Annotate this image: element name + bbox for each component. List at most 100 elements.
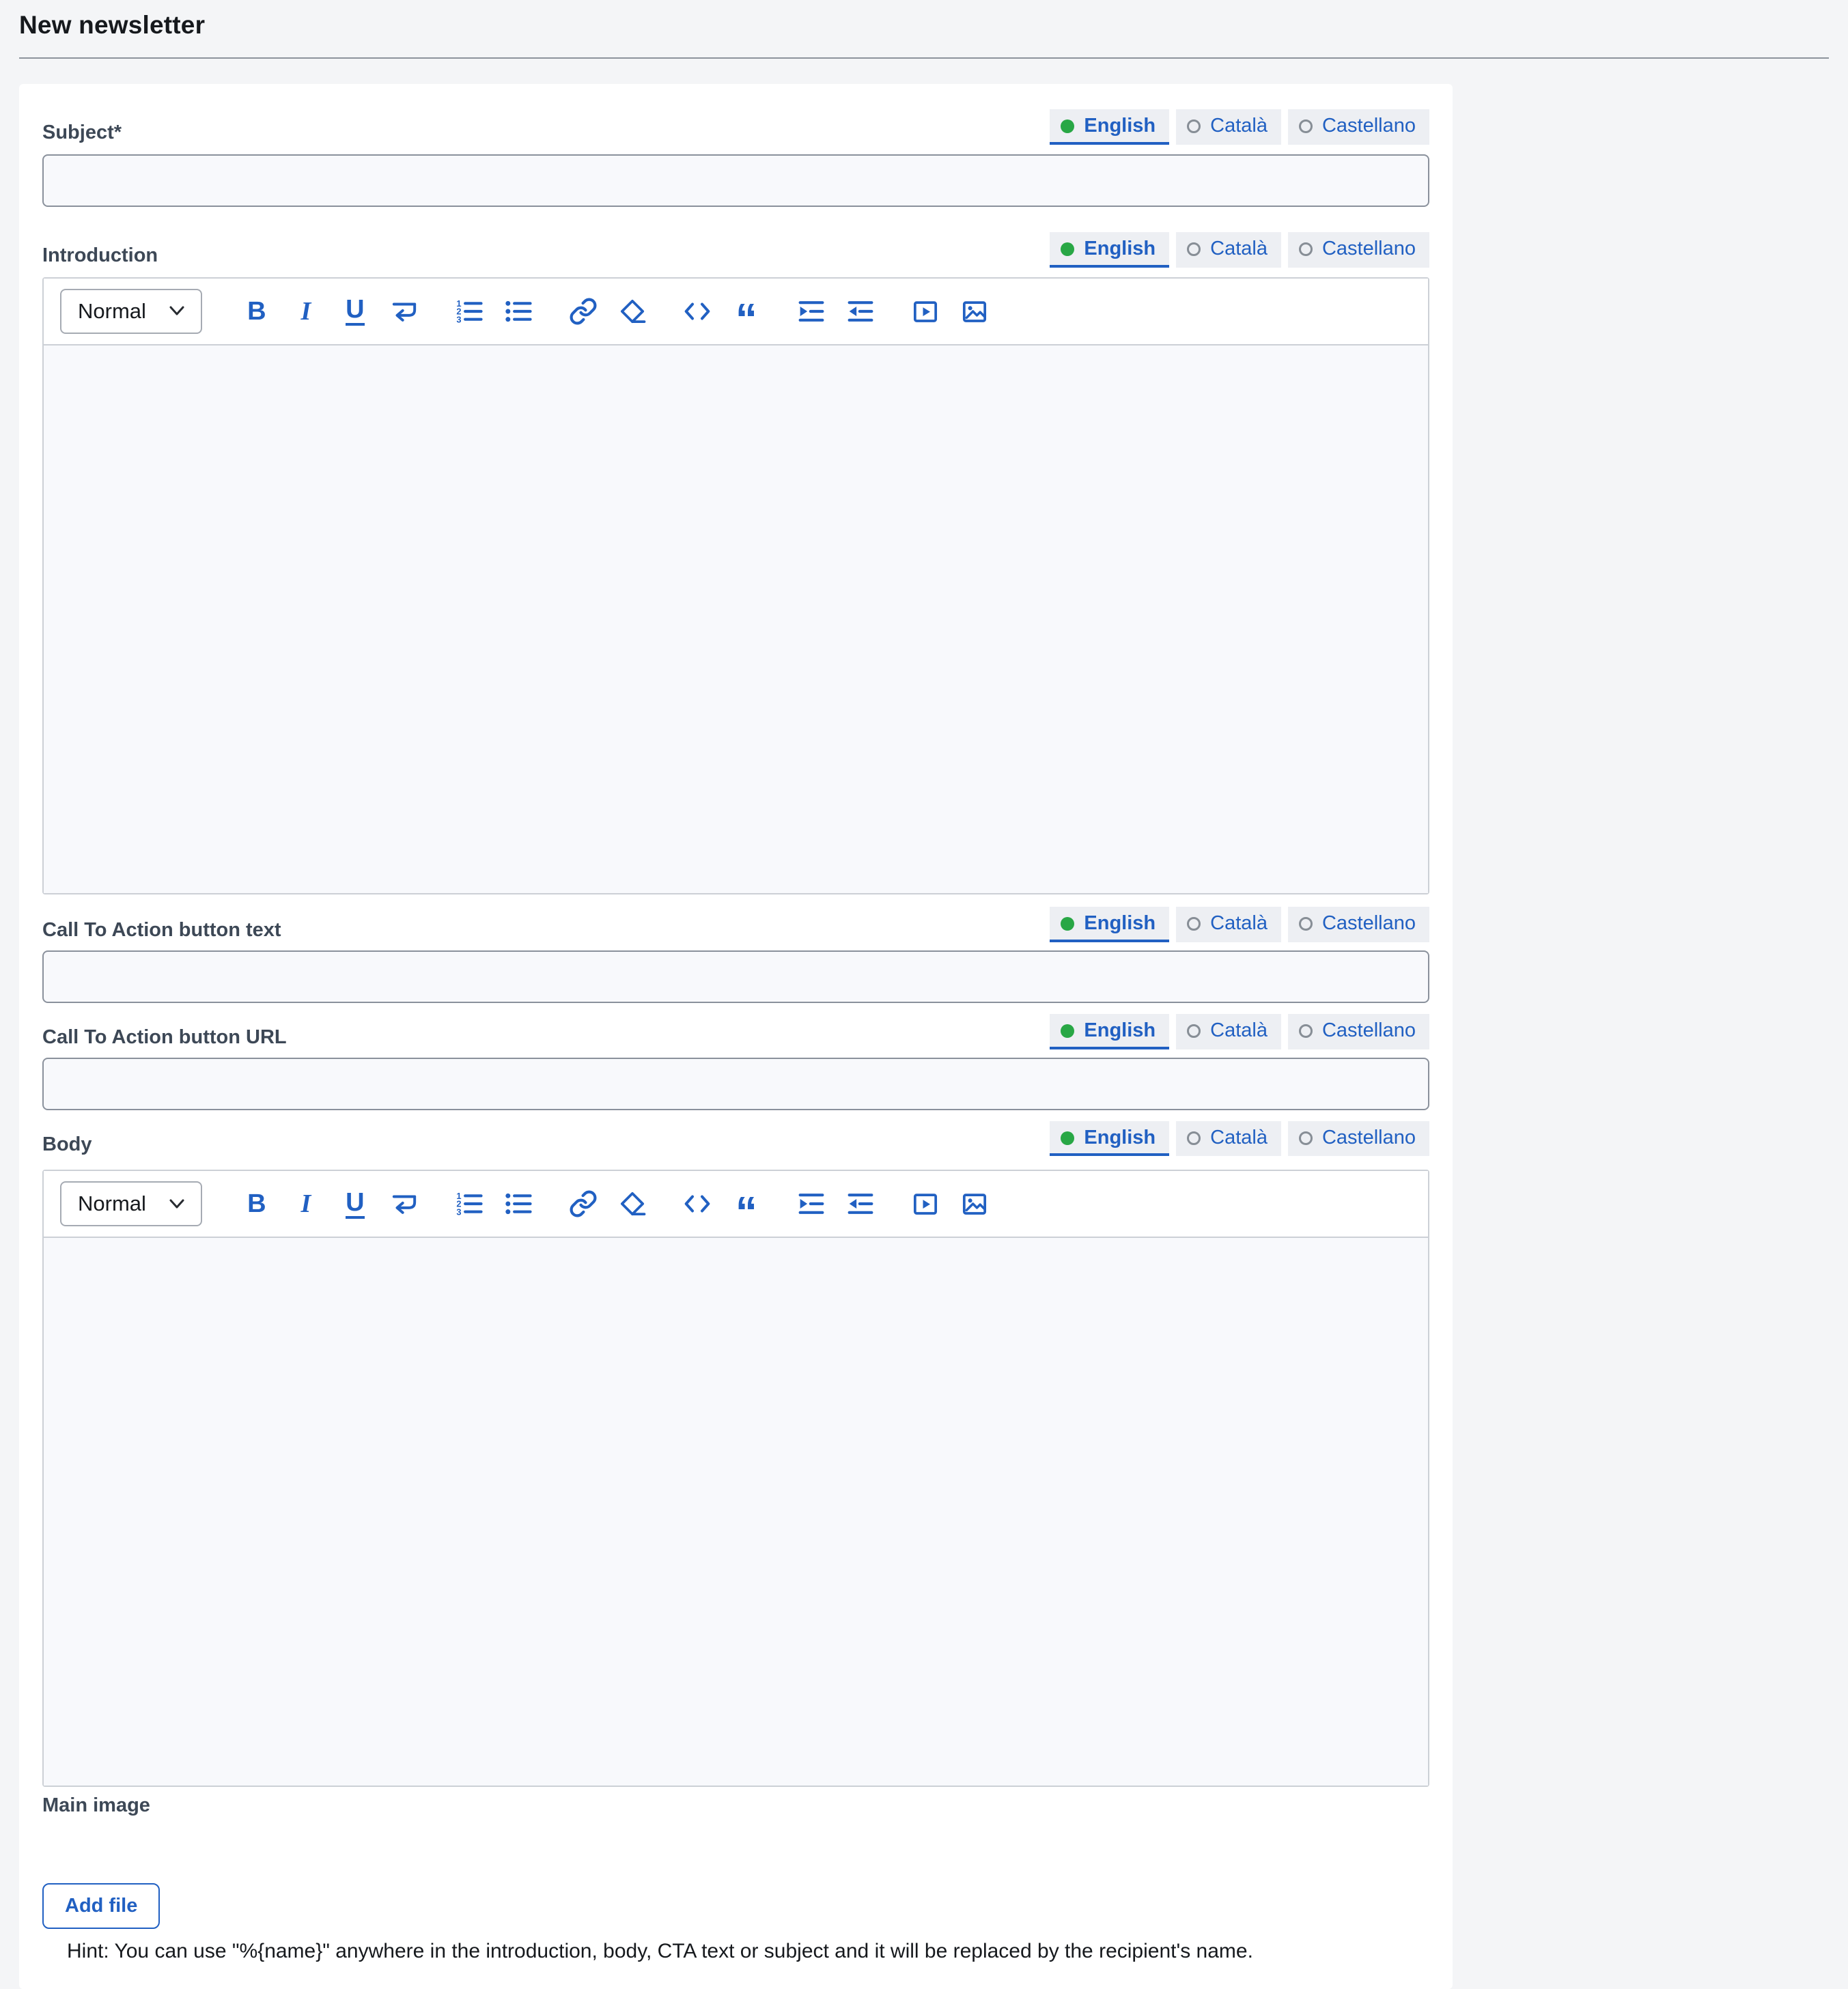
code-icon bbox=[683, 297, 712, 326]
language-tab-castellano[interactable]: Castellano bbox=[1288, 1121, 1429, 1157]
chevron-down-icon bbox=[169, 306, 184, 316]
underline-button[interactable]: U bbox=[339, 1187, 371, 1220]
introduction-language-tabs: English Català Castellano bbox=[1050, 232, 1429, 268]
link-button[interactable] bbox=[568, 1187, 599, 1220]
italic-button[interactable]: I bbox=[290, 1187, 322, 1220]
add-file-button[interactable]: Add file bbox=[42, 1883, 160, 1929]
line-break-button[interactable] bbox=[389, 1187, 420, 1220]
line-break-icon bbox=[390, 1189, 419, 1218]
link-icon bbox=[569, 1189, 598, 1218]
video-icon bbox=[911, 1189, 940, 1218]
svg-text:3: 3 bbox=[456, 1207, 461, 1217]
clean-format-button[interactable] bbox=[617, 295, 648, 328]
underline-icon: U bbox=[346, 1189, 364, 1219]
image-icon bbox=[960, 297, 989, 326]
italic-button[interactable]: I bbox=[290, 295, 322, 328]
page-header: New newsletter bbox=[0, 0, 1848, 40]
subject-input[interactable] bbox=[42, 154, 1429, 207]
indent-icon bbox=[797, 1189, 826, 1218]
video-button[interactable] bbox=[910, 295, 941, 328]
chevron-down-icon bbox=[169, 1199, 184, 1209]
outdent-button[interactable] bbox=[845, 295, 876, 328]
language-tab-english[interactable]: English bbox=[1050, 232, 1169, 268]
radio-unselected-icon bbox=[1299, 917, 1313, 931]
language-tab-castellano[interactable]: Castellano bbox=[1288, 907, 1429, 942]
subject-label: Subject* bbox=[42, 121, 122, 145]
main-image-file-area bbox=[42, 1818, 1429, 1883]
body-language-tabs: English Català Castellano bbox=[1050, 1121, 1429, 1157]
language-tab-english[interactable]: English bbox=[1050, 1014, 1169, 1049]
cta-url-language-tabs: English Català Castellano bbox=[1050, 1014, 1429, 1049]
bold-button[interactable]: B bbox=[241, 295, 272, 328]
radio-selected-icon bbox=[1061, 917, 1074, 931]
ordered-list-button[interactable]: 123 bbox=[453, 295, 485, 328]
bullet-list-icon bbox=[504, 297, 533, 326]
underline-icon: U bbox=[346, 296, 364, 326]
introduction-editor-toolbar: Normal B I U 123 bbox=[44, 279, 1428, 345]
language-tab-english[interactable]: English bbox=[1050, 1121, 1169, 1157]
paragraph-style-select[interactable]: Normal bbox=[60, 1181, 202, 1226]
language-tab-castellano[interactable]: Castellano bbox=[1288, 109, 1429, 145]
link-button[interactable] bbox=[568, 295, 599, 328]
blockquote-button[interactable]: “ bbox=[731, 1187, 762, 1220]
radio-selected-icon bbox=[1061, 119, 1074, 133]
eraser-icon bbox=[618, 1189, 647, 1218]
bullet-list-button[interactable] bbox=[503, 295, 534, 328]
bold-button[interactable]: B bbox=[241, 1187, 272, 1220]
video-icon bbox=[911, 297, 940, 326]
language-tab-catala[interactable]: Català bbox=[1176, 1121, 1281, 1157]
language-tab-catala[interactable]: Català bbox=[1176, 109, 1281, 145]
italic-icon: I bbox=[301, 1191, 311, 1217]
link-icon bbox=[569, 297, 598, 326]
body-label: Body bbox=[42, 1133, 92, 1157]
introduction-label: Introduction bbox=[42, 244, 158, 268]
indent-button[interactable] bbox=[796, 295, 827, 328]
code-button[interactable] bbox=[682, 295, 713, 328]
video-button[interactable] bbox=[910, 1187, 941, 1220]
language-tab-english[interactable]: English bbox=[1050, 109, 1169, 145]
outdent-icon bbox=[846, 297, 875, 326]
language-tab-catala[interactable]: Català bbox=[1176, 907, 1281, 942]
cta-url-input[interactable] bbox=[42, 1058, 1429, 1110]
radio-selected-icon bbox=[1061, 242, 1074, 256]
language-tab-catala[interactable]: Català bbox=[1176, 232, 1281, 268]
code-button[interactable] bbox=[682, 1187, 713, 1220]
cta-text-input[interactable] bbox=[42, 950, 1429, 1003]
language-tab-castellano[interactable]: Castellano bbox=[1288, 1014, 1429, 1049]
hint-text: Hint: You can use "%{name}" anywhere in … bbox=[67, 1940, 1429, 1963]
radio-unselected-icon bbox=[1299, 1024, 1313, 1038]
radio-unselected-icon bbox=[1187, 1024, 1201, 1038]
bullet-list-button[interactable] bbox=[503, 1187, 534, 1220]
blockquote-icon: “ bbox=[736, 1204, 757, 1222]
language-tab-catala[interactable]: Català bbox=[1176, 1014, 1281, 1049]
blockquote-button[interactable]: “ bbox=[731, 295, 762, 328]
radio-unselected-icon bbox=[1187, 119, 1201, 133]
cta-text-label: Call To Action button text bbox=[42, 918, 281, 942]
image-button[interactable] bbox=[959, 1187, 990, 1220]
main-image-label: Main image bbox=[42, 1794, 150, 1816]
radio-unselected-icon bbox=[1187, 917, 1201, 931]
radio-selected-icon bbox=[1061, 1024, 1074, 1038]
bullet-list-icon bbox=[504, 1189, 533, 1218]
language-tab-english[interactable]: English bbox=[1050, 907, 1169, 942]
line-break-button[interactable] bbox=[389, 295, 420, 328]
language-tab-castellano[interactable]: Castellano bbox=[1288, 232, 1429, 268]
ordered-list-button[interactable]: 123 bbox=[453, 1187, 485, 1220]
radio-unselected-icon bbox=[1187, 242, 1201, 256]
indent-icon bbox=[797, 297, 826, 326]
body-editor-content[interactable] bbox=[44, 1238, 1428, 1786]
radio-unselected-icon bbox=[1299, 1131, 1313, 1145]
introduction-editor: Normal B I U 123 bbox=[42, 277, 1429, 894]
underline-button[interactable]: U bbox=[339, 295, 371, 328]
image-button[interactable] bbox=[959, 295, 990, 328]
clean-format-button[interactable] bbox=[617, 1187, 648, 1220]
indent-button[interactable] bbox=[796, 1187, 827, 1220]
body-field: Body English Català Castellano N bbox=[42, 1121, 1429, 1788]
introduction-editor-content[interactable] bbox=[44, 345, 1428, 893]
paragraph-style-select[interactable]: Normal bbox=[60, 289, 202, 334]
bold-icon: B bbox=[247, 1191, 266, 1217]
introduction-field: Introduction English Català Castellano bbox=[42, 232, 1429, 894]
italic-icon: I bbox=[301, 298, 311, 324]
outdent-button[interactable] bbox=[845, 1187, 876, 1220]
cta-url-label: Call To Action button URL bbox=[42, 1026, 287, 1049]
